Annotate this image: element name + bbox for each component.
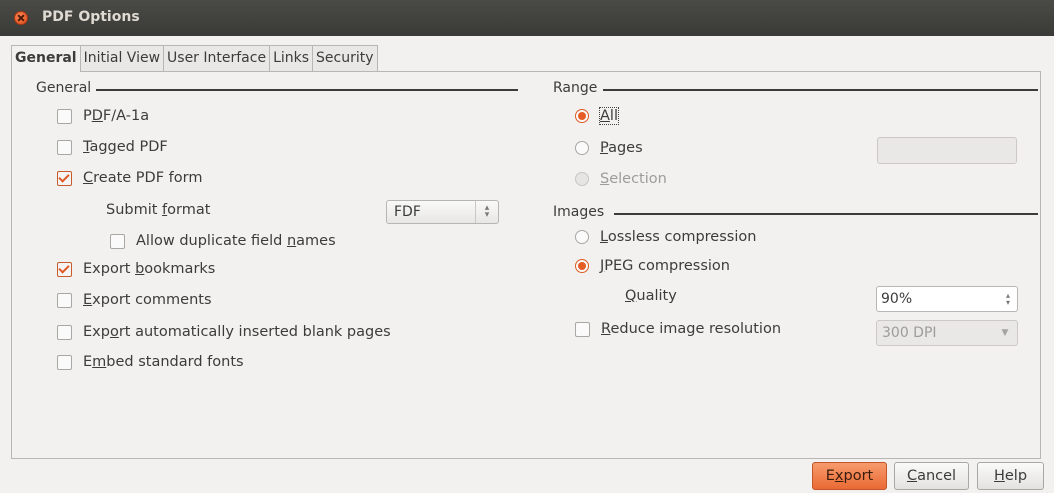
help-button-label: Help — [993, 468, 1028, 484]
range-heading: Range — [553, 80, 598, 96]
create-pdf-form-checkbox[interactable]: Create PDF form — [57, 170, 202, 186]
chevron-down-icon: ▼ — [1001, 328, 1009, 338]
updown-arrows-icon[interactable]: ▴ ▾ — [999, 292, 1017, 307]
jpeg-label: JPEG compression — [600, 258, 730, 274]
jpeg-radio-button[interactable] — [575, 259, 589, 273]
tagged-pdf-checkbox[interactable]: Tagged PDF — [57, 139, 168, 155]
export-button[interactable]: Export — [812, 462, 887, 490]
quality-value: 90% — [881, 291, 913, 307]
tab-security[interactable]: Security — [312, 45, 378, 71]
range-selection-radio: Selection — [575, 171, 667, 187]
export-blank-pages-label: Export automatically inserted blank page… — [83, 324, 391, 340]
create-pdf-form-check[interactable] — [57, 170, 72, 186]
pdfa-label: PDF/A-1a — [83, 108, 150, 124]
tab-initial-view[interactable]: Initial View — [79, 45, 165, 71]
jpeg-radio[interactable]: JPEG compression — [575, 258, 730, 274]
general-heading: General — [36, 80, 92, 96]
resolution-select: 300 DPI ▼ — [876, 320, 1018, 346]
range-pages-label: Pages — [600, 140, 643, 156]
allow-duplicate-names-checkbox[interactable]: Allow duplicate field names — [110, 233, 336, 249]
range-pages-radio[interactable]: Pages — [575, 140, 643, 156]
lossless-radio-button[interactable] — [575, 230, 589, 244]
pdfa-checkbox[interactable]: PDF/A-1a — [57, 108, 149, 124]
allow-duplicate-names-check[interactable] — [110, 233, 125, 249]
submit-format-label: Submit format — [106, 202, 211, 218]
reduce-resolution-label: Reduce image resolution — [601, 321, 782, 337]
embed-fonts-label: Embed standard fonts — [83, 354, 244, 370]
title-bar: PDF Options — [0, 0, 1054, 36]
export-bookmarks-label: Export bookmarks — [83, 261, 216, 277]
export-blank-pages-check[interactable] — [57, 324, 72, 340]
range-all-label: All — [599, 107, 619, 125]
embed-fonts-checkbox[interactable]: Embed standard fonts — [57, 354, 244, 370]
tab-general[interactable]: General — [11, 45, 81, 72]
export-comments-label: Export comments — [83, 292, 212, 308]
create-pdf-form-label: Create PDF form — [83, 170, 203, 186]
tab-links[interactable]: Links — [269, 45, 314, 71]
resolution-value: 300 DPI — [882, 325, 937, 341]
range-all-radio[interactable]: All — [575, 107, 619, 125]
general-divider — [96, 89, 518, 91]
quality-label: Quality — [625, 288, 677, 304]
submit-format-value: FDF — [394, 204, 421, 220]
pages-field[interactable] — [877, 137, 1017, 164]
tab-bar: General Initial View User Interface Link… — [11, 45, 378, 72]
range-selection-radio-button — [575, 172, 589, 186]
images-divider — [614, 213, 1038, 215]
range-all-radio-button[interactable] — [575, 109, 589, 123]
help-button[interactable]: Help — [977, 462, 1044, 490]
range-divider — [603, 89, 1038, 91]
export-bookmarks-checkbox[interactable]: Export bookmarks — [57, 261, 215, 277]
range-selection-label: Selection — [600, 171, 667, 187]
export-blank-pages-checkbox[interactable]: Export automatically inserted blank page… — [57, 324, 391, 340]
range-pages-radio-button[interactable] — [575, 141, 589, 155]
window-title: PDF Options — [42, 9, 140, 25]
pdfa-check[interactable] — [57, 108, 72, 124]
export-bookmarks-check[interactable] — [57, 261, 72, 277]
reduce-resolution-check[interactable] — [575, 321, 590, 337]
quality-spinbox[interactable]: 90% ▴ ▾ — [876, 286, 1018, 312]
export-comments-checkbox[interactable]: Export comments — [57, 292, 212, 308]
tagged-pdf-label: Tagged PDF — [83, 139, 168, 155]
tagged-pdf-check[interactable] — [57, 139, 72, 155]
embed-fonts-check[interactable] — [57, 354, 72, 370]
reduce-resolution-checkbox[interactable]: Reduce image resolution — [575, 321, 781, 337]
submit-format-select[interactable]: FDF ▴ ▾ — [386, 200, 499, 224]
lossless-radio[interactable]: Lossless compression — [575, 229, 756, 245]
close-icon[interactable] — [14, 11, 28, 25]
images-heading: Images — [553, 204, 605, 220]
updown-arrows-icon[interactable]: ▴ ▾ — [475, 201, 498, 223]
tab-user-interface[interactable]: User Interface — [163, 45, 271, 71]
export-comments-check[interactable] — [57, 292, 72, 308]
allow-duplicate-names-label: Allow duplicate field names — [136, 233, 336, 249]
export-button-label: Export — [825, 468, 874, 484]
cancel-button[interactable]: Cancel — [894, 462, 969, 490]
lossless-label: Lossless compression — [600, 229, 757, 245]
cancel-button-label: Cancel — [906, 468, 957, 484]
